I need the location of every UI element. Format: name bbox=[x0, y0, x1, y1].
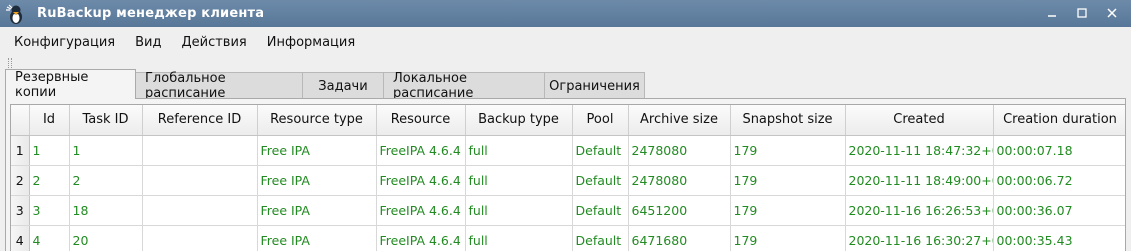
table-cell[interactable]: FreeIPA 4.6.4 bbox=[376, 135, 466, 166]
table-cell[interactable]: 179 bbox=[730, 165, 846, 196]
table-cell[interactable]: Free IPA bbox=[257, 135, 377, 166]
table-cell[interactable]: Default bbox=[572, 135, 629, 166]
window-controls bbox=[1043, 4, 1121, 22]
menu-actions[interactable]: Действия bbox=[171, 35, 256, 50]
table-cell[interactable]: Default bbox=[572, 165, 629, 196]
table-cell[interactable]: 179 bbox=[730, 135, 846, 166]
table-cell[interactable]: 18 bbox=[69, 195, 143, 226]
tab-restrictions[interactable]: Ограничения bbox=[544, 72, 645, 99]
menu-bar: Конфигурация Вид Действия Информация bbox=[0, 27, 1131, 57]
table-cell[interactable]: full bbox=[465, 225, 573, 251]
backups-table: Id Task ID Reference ID Resource type Re… bbox=[10, 104, 1126, 251]
column-header-task-id[interactable]: Task ID bbox=[69, 105, 143, 136]
menu-information[interactable]: Информация bbox=[257, 35, 365, 50]
table-cell[interactable]: 2020-11-11 18:49:00+03 bbox=[845, 165, 994, 196]
table-row[interactable]: 2 2 2 Free IPA FreeIPA 4.6.4 full Default 24780… bbox=[11, 165, 1125, 196]
minimize-icon[interactable] bbox=[1043, 4, 1061, 22]
row-number[interactable]: 1 bbox=[11, 135, 30, 166]
table-cell[interactable]: 20 bbox=[69, 225, 143, 251]
column-header-backup-type[interactable]: Backup type bbox=[465, 105, 573, 136]
table-cell[interactable]: 00:00:36.07 bbox=[993, 195, 1125, 226]
table-cell[interactable]: Free IPA bbox=[257, 195, 377, 226]
column-header-snapshot-size[interactable]: Snapshot size bbox=[730, 105, 846, 136]
row-number[interactable]: 2 bbox=[11, 165, 30, 196]
tab-bar: Резервные копии Глобальное расписание За… bbox=[5, 69, 645, 101]
table-cell[interactable]: FreeIPA 4.6.4 bbox=[376, 195, 466, 226]
column-header-resource[interactable]: Resource bbox=[376, 105, 466, 136]
table-cell[interactable]: 2020-11-16 16:26:53+03 bbox=[845, 195, 994, 226]
table-cell[interactable] bbox=[142, 195, 258, 226]
table-cell[interactable]: 179 bbox=[730, 225, 846, 251]
table-cell[interactable]: 1 bbox=[69, 135, 143, 166]
table-cell[interactable]: 2020-11-11 18:47:32+03 bbox=[845, 135, 994, 166]
header-corner[interactable] bbox=[11, 105, 30, 136]
table-cell[interactable]: Default bbox=[572, 225, 629, 251]
table-cell[interactable]: 2478080 bbox=[628, 135, 731, 166]
column-header-creation-duration[interactable]: Creation duration bbox=[993, 105, 1125, 136]
column-header-id[interactable]: Id bbox=[29, 105, 70, 136]
menu-view[interactable]: Вид bbox=[125, 35, 171, 50]
window-title: RuBackup менеджер клиента bbox=[37, 6, 265, 21]
table-cell[interactable] bbox=[142, 225, 258, 251]
row-number[interactable]: 3 bbox=[11, 195, 30, 226]
table-cell[interactable]: 00:00:06.72 bbox=[993, 165, 1125, 196]
close-icon[interactable] bbox=[1103, 4, 1121, 22]
column-header-reference-id[interactable]: Reference ID bbox=[142, 105, 258, 136]
table-cell[interactable]: Default bbox=[572, 195, 629, 226]
table-cell[interactable]: 2478080 bbox=[628, 165, 731, 196]
table-cell[interactable]: 2 bbox=[69, 165, 143, 196]
table-header-row: Id Task ID Reference ID Resource type Re… bbox=[11, 105, 1125, 136]
table-cell[interactable]: 00:00:07.18 bbox=[993, 135, 1125, 166]
table-row[interactable]: 3 3 18 Free IPA FreeIPA 4.6.4 full Default 6451… bbox=[11, 195, 1125, 226]
column-header-archive-size[interactable]: Archive size bbox=[628, 105, 731, 136]
tab-global-schedule[interactable]: Глобальное расписание bbox=[135, 71, 303, 101]
table-cell[interactable]: 2 bbox=[29, 165, 70, 196]
table-cell[interactable]: full bbox=[465, 165, 573, 196]
tab-local-schedule[interactable]: Локальное расписание bbox=[383, 71, 545, 101]
maximize-icon[interactable] bbox=[1073, 4, 1091, 22]
table-cell[interactable]: 00:00:35.43 bbox=[993, 225, 1125, 251]
table-cell[interactable] bbox=[142, 135, 258, 166]
table-cell[interactable]: 179 bbox=[730, 195, 846, 226]
tab-tasks[interactable]: Задачи bbox=[302, 72, 384, 99]
table-cell[interactable]: FreeIPA 4.6.4 bbox=[376, 165, 466, 196]
column-header-created[interactable]: Created bbox=[845, 105, 994, 136]
table-cell[interactable]: 3 bbox=[29, 195, 70, 226]
table-cell[interactable]: full bbox=[465, 135, 573, 166]
toolbar-grip-handle[interactable] bbox=[8, 58, 12, 68]
table-cell[interactable]: Free IPA bbox=[257, 165, 377, 196]
menu-configuration[interactable]: Конфигурация bbox=[0, 35, 125, 50]
table-cell[interactable]: 4 bbox=[29, 225, 70, 251]
table-cell[interactable]: 2020-11-16 16:30:27+03 bbox=[845, 225, 994, 251]
table-cell[interactable]: full bbox=[465, 195, 573, 226]
column-header-resource-type[interactable]: Resource type bbox=[257, 105, 377, 136]
table-cell[interactable]: 6451200 bbox=[628, 195, 731, 226]
title-bar: RuBackup менеджер клиента bbox=[0, 0, 1131, 27]
table-row[interactable]: 4 4 20 Free IPA FreeIPA 4.6.4 full Default 6471… bbox=[11, 225, 1125, 251]
table-row[interactable]: 1 1 1 Free IPA FreeIPA 4.6.4 full Default 24780… bbox=[11, 135, 1125, 166]
rubackup-logo-icon bbox=[5, 3, 27, 25]
table-cell[interactable]: Free IPA bbox=[257, 225, 377, 251]
table-cell[interactable]: 1 bbox=[29, 135, 70, 166]
tab-backups[interactable]: Резервные копии bbox=[5, 69, 136, 100]
table-cell[interactable]: FreeIPA 4.6.4 bbox=[376, 225, 466, 251]
table-cell[interactable]: 6471680 bbox=[628, 225, 731, 251]
row-number[interactable]: 4 bbox=[11, 225, 30, 251]
table-cell[interactable] bbox=[142, 165, 258, 196]
column-header-pool[interactable]: Pool bbox=[572, 105, 629, 136]
